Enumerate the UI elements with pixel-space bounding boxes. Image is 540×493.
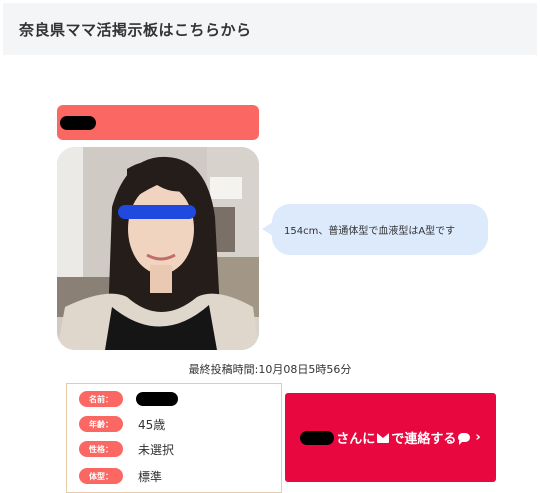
chevron-right-icon: ›	[475, 430, 481, 445]
profile-row-age: 年齢： 45歳	[79, 415, 165, 433]
label-name: 名前：	[79, 391, 123, 407]
profile-photo	[57, 147, 259, 350]
message-bubble: 154cm、普通体型で血液型はA型です	[272, 204, 488, 255]
label-age: 年齢：	[79, 416, 123, 432]
value-personality: 未選択	[138, 442, 175, 457]
value-body: 標準	[138, 469, 163, 484]
contact-text-b: で連絡する	[391, 432, 457, 447]
contact-text-a: さんに	[336, 432, 376, 447]
profile-row-body: 体型： 標準	[79, 467, 162, 485]
value-age: 45歳	[138, 417, 166, 432]
contact-button[interactable]: さんに で連絡する ›	[285, 393, 496, 482]
page-title: 奈良県ママ活掲示板はこちらから	[19, 20, 252, 39]
profile-row-name: 名前：	[79, 390, 178, 408]
chat-bubble-icon	[458, 433, 471, 445]
mail-icon	[377, 432, 390, 443]
redacted-name	[300, 430, 335, 445]
redacted-name	[60, 116, 96, 130]
label-personality: 性格：	[79, 441, 123, 457]
profile-card: 名前： 年齢： 45歳 性格： 未選択 体型： 標準	[66, 383, 282, 493]
message-text: 154cm、普通体型で血液型はA型です	[284, 226, 456, 237]
last-post-time: 最終投稿時間:10月08日5時56分	[188, 363, 352, 376]
poster-name-bar	[57, 105, 259, 140]
eye-censor-bar	[118, 205, 196, 219]
label-body: 体型：	[79, 468, 123, 484]
redacted-name	[136, 392, 178, 406]
profile-photo-image	[57, 147, 259, 350]
page-header: 奈良県ママ活掲示板はこちらから	[3, 3, 537, 55]
profile-row-personality: 性格： 未選択	[79, 440, 174, 458]
